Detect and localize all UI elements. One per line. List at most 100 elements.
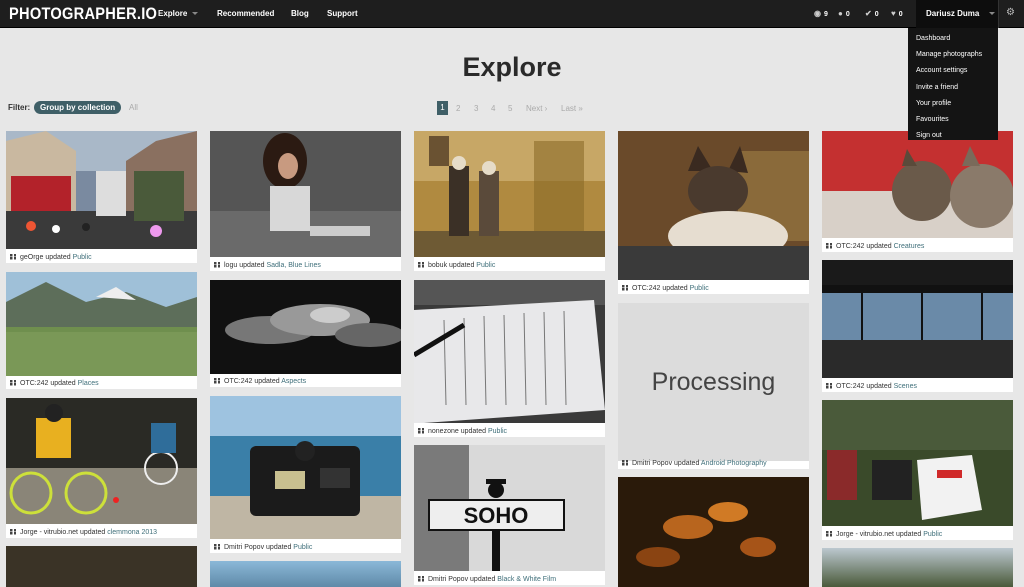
photo-tile[interactable] <box>210 561 401 587</box>
photo-caption: nonezone updated Public <box>414 426 605 437</box>
nav-explore[interactable]: Explore <box>158 9 199 18</box>
collection-link[interactable]: Places <box>78 380 99 387</box>
photo-caption: OTC:242 updated Aspects <box>210 376 401 387</box>
collection-grid-icon <box>418 427 424 434</box>
site-logo[interactable]: PHOTOGRAPHER.IO <box>9 4 157 24</box>
collection-link[interactable]: Aspects <box>281 378 306 385</box>
chevron-down-icon <box>989 12 996 16</box>
checks-stat[interactable]: ✔ 0 <box>865 9 879 18</box>
collection-link[interactable]: Creatures <box>894 243 925 250</box>
collection-link[interactable]: Public <box>476 262 495 269</box>
page-3-link[interactable]: 3 <box>474 104 478 113</box>
photo-tile[interactable] <box>822 548 1013 587</box>
photo-caption: logu updated Sadla, Blue Lines <box>210 260 401 271</box>
page-title: Explore <box>462 52 562 82</box>
collection-link[interactable]: Sadla, Blue Lines <box>266 262 320 269</box>
page-5-link[interactable]: 5 <box>508 104 512 113</box>
processing-placeholder: Processing <box>618 303 809 461</box>
collection-link[interactable]: Scenes <box>894 383 917 390</box>
photo-caption: Dmitri Popov updated Black & White Film <box>414 574 605 585</box>
photo-tile[interactable]: geOrge updated Public <box>6 131 197 263</box>
nav-recommended[interactable]: Recommended <box>217 9 274 18</box>
views-stat[interactable]: ◉ 9 <box>814 9 828 18</box>
menu-item-favourites[interactable]: Favourites <box>908 112 998 128</box>
collection-link[interactable]: Public <box>488 428 507 435</box>
photo-caption: Dmitri Popov updated Android Photography <box>618 458 809 469</box>
collection-grid-icon <box>214 261 220 268</box>
photo-caption: Jorge - vitrubio.net updated Public <box>822 529 1013 540</box>
photo-tile[interactable]: logu updated Sadla, Blue Lines <box>210 131 401 271</box>
menu-item-sign-out[interactable]: Sign out <box>908 128 998 144</box>
collection-link[interactable]: Black & White Film <box>497 576 556 583</box>
collection-link[interactable]: Public <box>73 254 92 261</box>
collection-grid-icon <box>826 530 832 537</box>
collection-grid-icon <box>622 459 628 466</box>
photo-tile[interactable]: SOHO Dmitri Popov updated Black & White … <box>414 445 605 585</box>
menu-item-dashboard[interactable]: Dashboard <box>908 31 998 47</box>
photo-bike-polo <box>6 398 197 524</box>
nav-support[interactable]: Support <box>327 9 358 18</box>
photo-street-paris <box>6 131 197 249</box>
menu-item-your-profile[interactable]: Your profile <box>908 96 998 112</box>
photo-camera-sea <box>210 396 401 539</box>
likes-stat[interactable]: ♥ 0 <box>891 9 903 18</box>
photo-pavilion <box>822 260 1013 378</box>
filter-all[interactable]: All <box>129 103 138 112</box>
collection-grid-icon <box>826 242 832 249</box>
photo-tile[interactable]: Processing Dmitri Popov updated Android … <box>618 303 809 469</box>
photo-tile[interactable]: OTC:242 updated Places <box>6 272 197 389</box>
nav-blog[interactable]: Blog <box>291 9 309 18</box>
photo-tile[interactable] <box>6 546 197 587</box>
photo-tile[interactable]: OTC:242 updated Public <box>618 131 809 294</box>
photo-notebook-writing <box>414 280 605 423</box>
page-1-link[interactable]: 1 <box>437 101 448 115</box>
collection-grid-icon <box>826 382 832 389</box>
next-page-link[interactable]: Next › <box>526 104 547 113</box>
photo-camp-tshirt <box>822 400 1013 526</box>
collection-grid-icon <box>214 377 220 384</box>
user-menu-button[interactable]: Dariusz Duma <box>916 0 998 28</box>
photo-tile[interactable]: nonezone updated Public <box>414 280 605 437</box>
photo-tile[interactable] <box>618 477 809 587</box>
photo-old-women-street <box>414 131 605 257</box>
photo-forest-frame <box>822 548 1013 587</box>
photo-autumn-leaves <box>618 477 809 587</box>
eye-icon: ◉ <box>814 9 821 18</box>
photo-caption: Dmitri Popov updated Public <box>210 542 401 553</box>
collection-link[interactable]: clemmona 2013 <box>107 529 157 536</box>
photo-dark-frame <box>6 546 197 587</box>
photo-tile[interactable]: OTC:242 updated Aspects <box>210 280 401 387</box>
collection-grid-icon <box>622 284 628 291</box>
soho-sign-text: SOHO <box>464 503 529 528</box>
photo-tile[interactable]: Dmitri Popov updated Public <box>210 396 401 553</box>
collection-grid-icon <box>10 528 16 535</box>
photo-tile[interactable]: Jorge - vitrubio.net updated Public <box>822 400 1013 540</box>
last-page-link[interactable]: Last » <box>561 104 583 113</box>
collection-grid-icon <box>418 575 424 582</box>
menu-item-invite-friend[interactable]: Invite a friend <box>908 80 998 96</box>
chevron-down-icon <box>192 12 199 16</box>
photo-tile[interactable]: Jorge - vitrubio.net updated clemmona 20… <box>6 398 197 538</box>
collection-link[interactable]: Public <box>293 544 312 551</box>
photo-tile[interactable]: OTC:242 updated Creatures <box>822 131 1013 252</box>
followers-stat[interactable]: ● 0 <box>838 9 850 18</box>
settings-gear-icon[interactable]: ⚙ <box>1006 7 1015 18</box>
menu-item-account-settings[interactable]: Account settings <box>908 63 998 79</box>
photo-tile[interactable]: bobuk updated Public <box>414 131 605 271</box>
filter-group-by-collection[interactable]: Group by collection <box>34 101 122 114</box>
photo-caption: OTC:242 updated Places <box>6 378 197 389</box>
filter-label: Filter: <box>8 103 31 112</box>
photo-tile[interactable]: OTC:242 updated Scenes <box>822 260 1013 392</box>
collection-grid-icon <box>418 261 424 268</box>
check-icon: ✔ <box>865 9 872 18</box>
collection-link[interactable]: Public <box>690 285 709 292</box>
photo-caption: OTC:242 updated Creatures <box>822 241 1013 252</box>
collection-link[interactable]: Android Photography <box>701 460 767 467</box>
photo-soho-sign: SOHO <box>414 445 605 571</box>
page-4-link[interactable]: 4 <box>491 104 495 113</box>
collection-link[interactable]: Public <box>923 531 942 538</box>
photo-caption: OTC:242 updated Scenes <box>822 381 1013 392</box>
top-navbar: PHOTOGRAPHER.IO Explore Recommended Blog… <box>0 0 1024 28</box>
page-2-link[interactable]: 2 <box>456 104 460 113</box>
menu-item-manage-photographs[interactable]: Manage photographs <box>908 47 998 63</box>
